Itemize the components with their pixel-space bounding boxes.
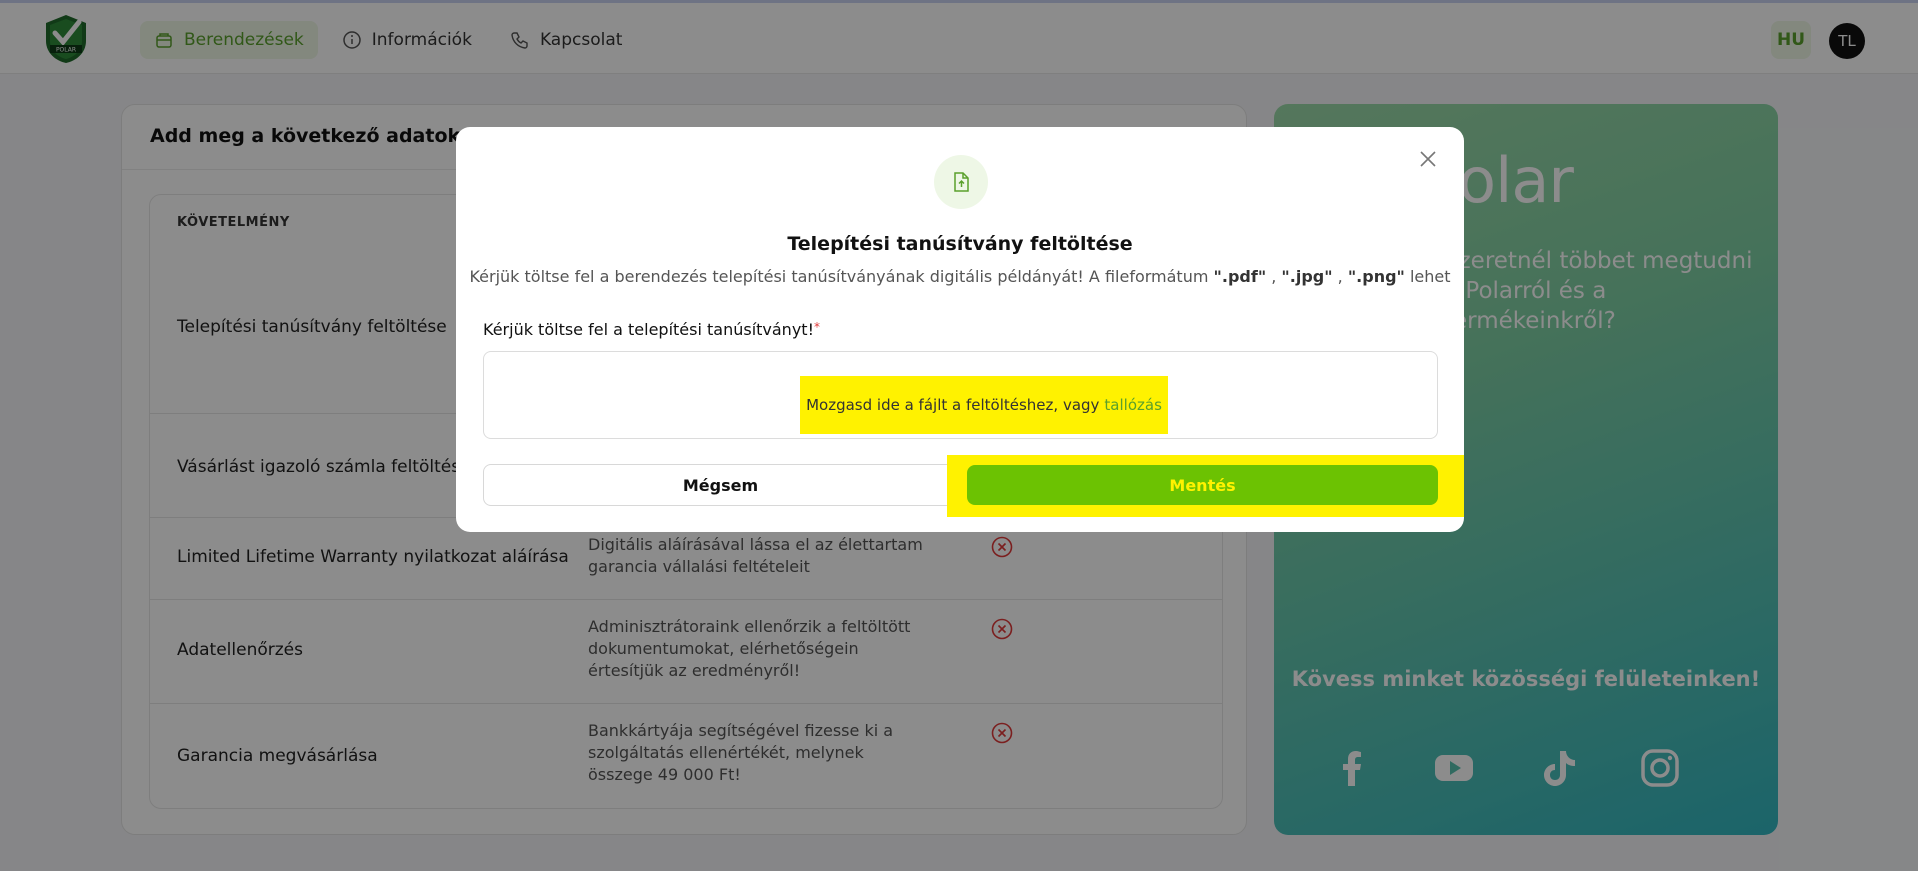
format-pdf: ".pdf": [1213, 267, 1267, 286]
upload-field-label: Kérjük töltse fel a telepítési tanúsítvá…: [483, 320, 820, 339]
browse-link[interactable]: tallózás: [1104, 396, 1161, 414]
drop-instruction: Mozgasd ide a fájlt a feltöltéshez, vagy: [806, 396, 1100, 414]
format-png: ".png": [1347, 267, 1405, 286]
file-dropzone[interactable]: Mozgasd ide a fájlt a feltöltéshez, vagy…: [483, 351, 1438, 439]
close-icon[interactable]: [1418, 149, 1438, 169]
upload-badge: [934, 155, 988, 209]
field-label-text: Kérjük töltse fel a telepítési tanúsítvá…: [483, 320, 814, 339]
cancel-button[interactable]: Mégsem: [483, 464, 958, 506]
dropzone-text: Mozgasd ide a fájlt a feltöltéshez, vagy…: [800, 376, 1168, 434]
save-button[interactable]: Mentés: [967, 465, 1438, 505]
subtitle-end: lehet: [1409, 267, 1451, 286]
modal-subtitle: Kérjük töltse fel a berendezés telepítés…: [469, 267, 1451, 286]
format-jpg: ".jpg": [1281, 267, 1333, 286]
upload-modal: Telepítési tanúsítvány feltöltése Kérjük…: [456, 127, 1464, 532]
modal-title: Telepítési tanúsítvány feltöltése: [787, 233, 1133, 255]
subtitle-text: Kérjük töltse fel a berendezés telepítés…: [469, 267, 1209, 286]
file-upload-icon: [954, 172, 969, 192]
required-mark: *: [813, 320, 820, 334]
